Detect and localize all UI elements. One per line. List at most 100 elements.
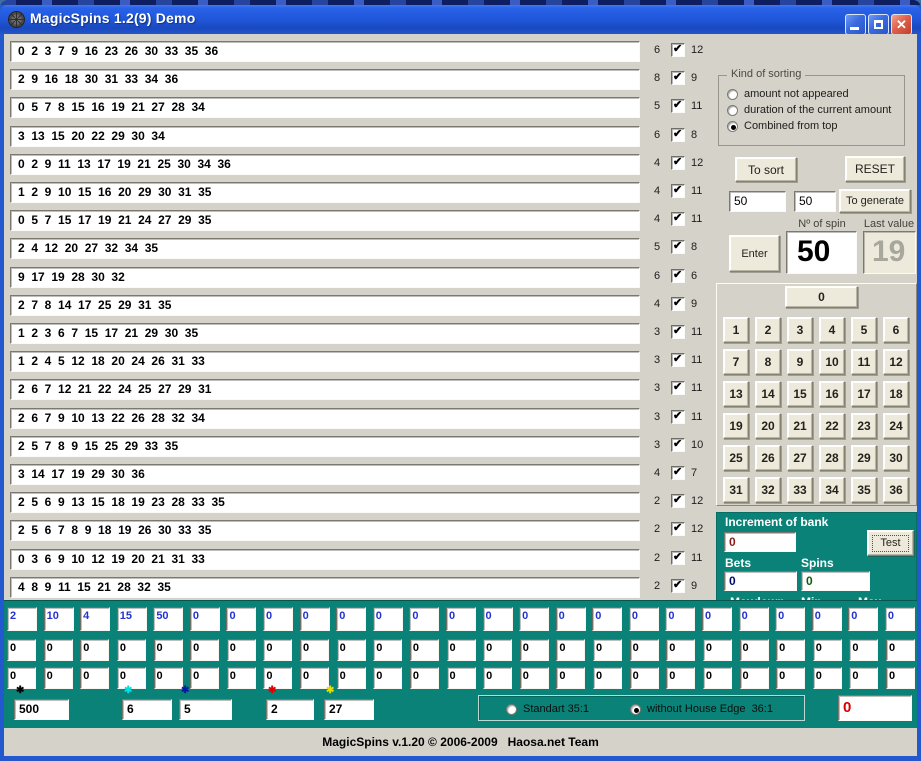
- number-button-13[interactable]: 13: [723, 381, 749, 407]
- row-checkbox[interactable]: ✔: [671, 551, 685, 565]
- bet-cell[interactable]: 0: [226, 607, 256, 631]
- bet-cell[interactable]: 0: [703, 639, 732, 661]
- bet-cell[interactable]: 0: [886, 639, 915, 661]
- number-button-33[interactable]: 33: [787, 477, 813, 503]
- test-button[interactable]: Test: [867, 530, 914, 556]
- row-checkbox[interactable]: ✔: [671, 240, 685, 254]
- bet-cell[interactable]: 4: [80, 607, 110, 631]
- sequence-numbers-field[interactable]: 2 5 6 7 8 9 18 19 26 30 33 35: [10, 520, 640, 541]
- bet-cell[interactable]: 0: [556, 667, 585, 689]
- bet-cell[interactable]: 0: [702, 607, 732, 631]
- row-checkbox[interactable]: ✔: [671, 184, 685, 198]
- number-button-5[interactable]: 5: [851, 317, 877, 343]
- bet-cell[interactable]: 0: [7, 639, 36, 661]
- maximize-button[interactable]: [868, 14, 889, 35]
- payout-option[interactable]: Standart 35:1: [506, 702, 589, 716]
- bet-cell[interactable]: 0: [629, 607, 659, 631]
- generate-count-input-1[interactable]: 50: [729, 191, 786, 212]
- bet-cell[interactable]: 0: [813, 639, 842, 661]
- bet-cell[interactable]: 0: [703, 667, 732, 689]
- bet-cell[interactable]: 0: [300, 607, 330, 631]
- reset-button[interactable]: RESET: [845, 156, 905, 182]
- row-checkbox[interactable]: ✔: [671, 381, 685, 395]
- sequence-numbers-field[interactable]: 2 5 6 9 13 15 18 19 23 28 33 35: [10, 492, 640, 513]
- number-button-2[interactable]: 2: [755, 317, 781, 343]
- to-sort-button[interactable]: To sort: [735, 157, 797, 182]
- number-button-9[interactable]: 9: [787, 349, 813, 375]
- number-button-31[interactable]: 31: [723, 477, 749, 503]
- row-checkbox[interactable]: ✔: [671, 269, 685, 283]
- bet-cell[interactable]: 0: [593, 639, 622, 661]
- bet-cell[interactable]: 0: [848, 607, 878, 631]
- bet-cell[interactable]: 10: [44, 607, 74, 631]
- number-button-32[interactable]: 32: [755, 477, 781, 503]
- sequence-numbers-field[interactable]: 2 6 7 12 21 22 24 25 27 29 31: [10, 379, 640, 400]
- row-checkbox[interactable]: ✔: [671, 99, 685, 113]
- number-button-14[interactable]: 14: [755, 381, 781, 407]
- bet-cell[interactable]: 0: [117, 639, 146, 661]
- bet-cell[interactable]: 0: [776, 667, 805, 689]
- row-checkbox[interactable]: ✔: [671, 353, 685, 367]
- sequence-numbers-field[interactable]: 2 4 12 20 27 32 34 35: [10, 238, 640, 259]
- number-button-23[interactable]: 23: [851, 413, 877, 439]
- bet-cell[interactable]: 0: [520, 667, 549, 689]
- bet-cell[interactable]: 0: [519, 607, 549, 631]
- number-button-11[interactable]: 11: [851, 349, 877, 375]
- sequence-numbers-field[interactable]: 1 2 3 6 7 15 17 21 29 30 35: [10, 323, 640, 344]
- bet-cell[interactable]: 0: [666, 639, 695, 661]
- number-button-17[interactable]: 17: [851, 381, 877, 407]
- number-button-12[interactable]: 12: [883, 349, 909, 375]
- bet-cell[interactable]: 0: [740, 667, 769, 689]
- bet-cell[interactable]: 0: [337, 667, 366, 689]
- sequence-numbers-field[interactable]: 2 5 7 8 9 15 25 29 33 35: [10, 436, 640, 457]
- bet-cell[interactable]: 0: [483, 639, 512, 661]
- bet-cell[interactable]: 2: [7, 607, 37, 631]
- row-checkbox[interactable]: ✔: [671, 579, 685, 593]
- bet-cell[interactable]: 0: [154, 667, 183, 689]
- bet-cell[interactable]: 0: [190, 639, 219, 661]
- sequence-numbers-field[interactable]: 0 5 7 8 15 16 19 21 27 28 34: [10, 97, 640, 118]
- bet-cell[interactable]: 0: [446, 607, 476, 631]
- sorting-option[interactable]: Combined from top: [727, 119, 838, 133]
- bet-cell[interactable]: 0: [190, 667, 219, 689]
- number-button-30[interactable]: 30: [883, 445, 909, 471]
- row-checkbox[interactable]: ✔: [671, 466, 685, 480]
- number-button-34[interactable]: 34: [819, 477, 845, 503]
- bet-cell[interactable]: 0: [886, 667, 915, 689]
- bet-cell[interactable]: 0: [556, 639, 585, 661]
- row-checkbox[interactable]: ✔: [671, 43, 685, 57]
- marker-value-input[interactable]: 27: [324, 699, 374, 720]
- bets-input[interactable]: 0: [724, 571, 797, 591]
- number-button-20[interactable]: 20: [755, 413, 781, 439]
- row-checkbox[interactable]: ✔: [671, 410, 685, 424]
- bet-cell[interactable]: 15: [117, 607, 147, 631]
- sequence-numbers-field[interactable]: 0 2 9 11 13 17 19 21 25 30 34 36: [10, 154, 640, 175]
- bet-cell[interactable]: 0: [263, 607, 293, 631]
- bet-cell[interactable]: 0: [592, 607, 622, 631]
- sequence-numbers-field[interactable]: 4 8 9 11 15 21 28 32 35: [10, 577, 640, 598]
- bet-cell[interactable]: 0: [483, 667, 512, 689]
- bet-cell[interactable]: 0: [447, 667, 476, 689]
- bet-cell[interactable]: 0: [300, 639, 329, 661]
- bet-cell[interactable]: 0: [410, 667, 439, 689]
- bet-cell[interactable]: 0: [849, 639, 878, 661]
- bet-cell[interactable]: 0: [447, 639, 476, 661]
- marker-value-input[interactable]: 2: [266, 699, 314, 720]
- bet-cell[interactable]: 0: [813, 667, 842, 689]
- row-checkbox[interactable]: ✔: [671, 71, 685, 85]
- close-button[interactable]: ✕: [891, 14, 912, 35]
- bet-cell[interactable]: 0: [593, 667, 622, 689]
- bet-cell[interactable]: 0: [666, 667, 695, 689]
- generate-count-input-2[interactable]: 50: [794, 191, 836, 212]
- marker-value-input[interactable]: 500: [14, 699, 69, 720]
- number-button-22[interactable]: 22: [819, 413, 845, 439]
- number-button-29[interactable]: 29: [851, 445, 877, 471]
- row-checkbox[interactable]: ✔: [671, 325, 685, 339]
- bet-cell[interactable]: 0: [885, 607, 915, 631]
- sequence-numbers-field[interactable]: 2 6 7 9 10 13 22 26 28 32 34: [10, 408, 640, 429]
- sequence-numbers-field[interactable]: 1 2 4 5 12 18 20 24 26 31 33: [10, 351, 640, 372]
- bet-cell[interactable]: 0: [410, 639, 439, 661]
- bet-cell[interactable]: 0: [373, 607, 403, 631]
- number-button-28[interactable]: 28: [819, 445, 845, 471]
- number-button-15[interactable]: 15: [787, 381, 813, 407]
